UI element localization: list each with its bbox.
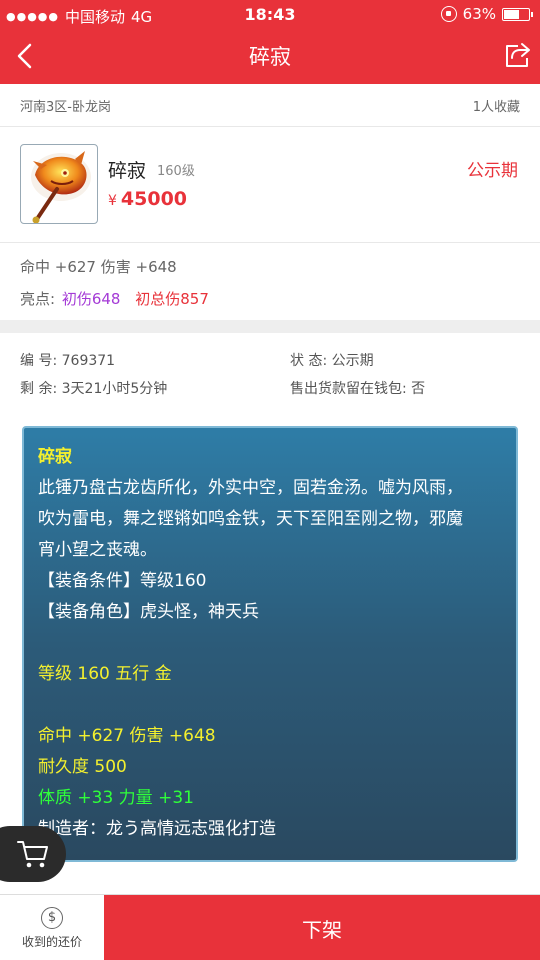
item-price: ¥45000 — [108, 188, 187, 210]
app-header: ●●●●● 中国移动 4G 18:43 63% 碎寂 — [0, 0, 540, 84]
divider — [0, 242, 540, 243]
highlight-tag: 初总伤857 — [135, 290, 209, 308]
received-offers-label: 收到的还价 — [21, 934, 82, 949]
price-value: 45000 — [120, 188, 188, 210]
equip-role: 【装备角色】虎头怪，神天兵 — [38, 602, 259, 622]
wallet-setting: 售出货款留在钱包: 否 — [290, 378, 425, 398]
battery-percent: 63% — [462, 5, 496, 23]
region-row: 河南3区-卧龙岗 1人收藏 — [20, 96, 520, 115]
maker-info: 制造者：龙う高情远志强化打造 — [38, 819, 276, 839]
sale-state: 状 态: 公示期 — [290, 350, 374, 370]
serial-number: 编 号: 769371 — [20, 350, 115, 370]
cart-button[interactable] — [0, 826, 66, 882]
equip-requirement: 【装备条件】等级160 — [38, 571, 207, 591]
listing-status: 公示期 — [467, 161, 518, 181]
state-label: 状 态: — [290, 353, 328, 369]
serial-label: 编 号: — [20, 353, 58, 369]
serial-value: 769371 — [61, 353, 116, 369]
dragon-hammer-icon — [31, 151, 91, 223]
status-bar: ●●●●● 中国移动 4G 18:43 63% — [0, 0, 540, 30]
bonus-stats: 体质 +33 力量 +31 — [38, 788, 194, 808]
delist-button[interactable]: 下架 — [104, 895, 540, 960]
nav-bar: 碎寂 — [0, 30, 540, 84]
item-thumbnail[interactable] — [20, 144, 98, 224]
description-title: 碎寂 — [38, 447, 72, 467]
bottom-action-bar: $ 收到的还价 下架 — [0, 894, 540, 960]
status-right: 63% — [440, 5, 533, 23]
remaining-value: 3天21小时5分钟 — [61, 381, 168, 397]
divider — [0, 126, 540, 127]
item-description-panel: 碎寂 此锤乃盘古龙齿所化，外实中空，固若金汤。嘘为风雨， 吹为雷电，舞之铿锵如鸣… — [22, 426, 518, 862]
item-name: 碎寂 — [108, 160, 147, 182]
level-element: 等级 160 五行 金 — [38, 664, 172, 684]
description-text: 宵小望之丧魂。 — [38, 540, 157, 560]
item-level: 160级 — [157, 164, 195, 179]
section-separator — [0, 320, 540, 333]
orientation-lock-icon — [440, 6, 457, 22]
description-text: 此锤乃盘古龙齿所化，外实中空，固若金汤。嘘为风雨， — [38, 478, 463, 498]
wallet-value: 否 — [411, 381, 426, 397]
description-text: 吹为雷电，舞之铿锵如鸣金铁，天下至阳至刚之物，邪魔 — [38, 509, 463, 529]
received-offers-button[interactable]: $ 收到的还价 — [0, 895, 104, 960]
durability: 耐久度 500 — [38, 757, 127, 777]
battery-fill — [504, 9, 519, 19]
remaining-label: 剩 余: — [20, 381, 58, 397]
item-highlights: 亮点: 初伤648 初总伤857 — [20, 288, 209, 309]
server-region: 河南3区-卧龙岗 — [20, 100, 111, 115]
wallet-label: 售出货款留在钱包: — [290, 381, 407, 397]
share-icon — [506, 43, 530, 67]
state-value: 公示期 — [331, 353, 374, 369]
favorites-count: 1人收藏 — [472, 100, 520, 115]
cart-icon — [17, 841, 48, 868]
highlights-label: 亮点: — [20, 290, 56, 308]
page-title: 碎寂 — [249, 45, 291, 69]
price-currency: ¥ — [108, 193, 117, 209]
base-stats: 命中 +627 伤害 +648 — [38, 726, 216, 746]
share-button[interactable] — [502, 40, 532, 70]
time-remaining: 剩 余: 3天21小时5分钟 — [20, 378, 167, 398]
highlight-tag: 初伤648 — [61, 290, 121, 308]
battery-icon — [502, 7, 533, 21]
item-attributes: 命中 +627 伤害 +648 — [20, 258, 177, 276]
dollar-coin-icon: $ — [41, 906, 63, 929]
